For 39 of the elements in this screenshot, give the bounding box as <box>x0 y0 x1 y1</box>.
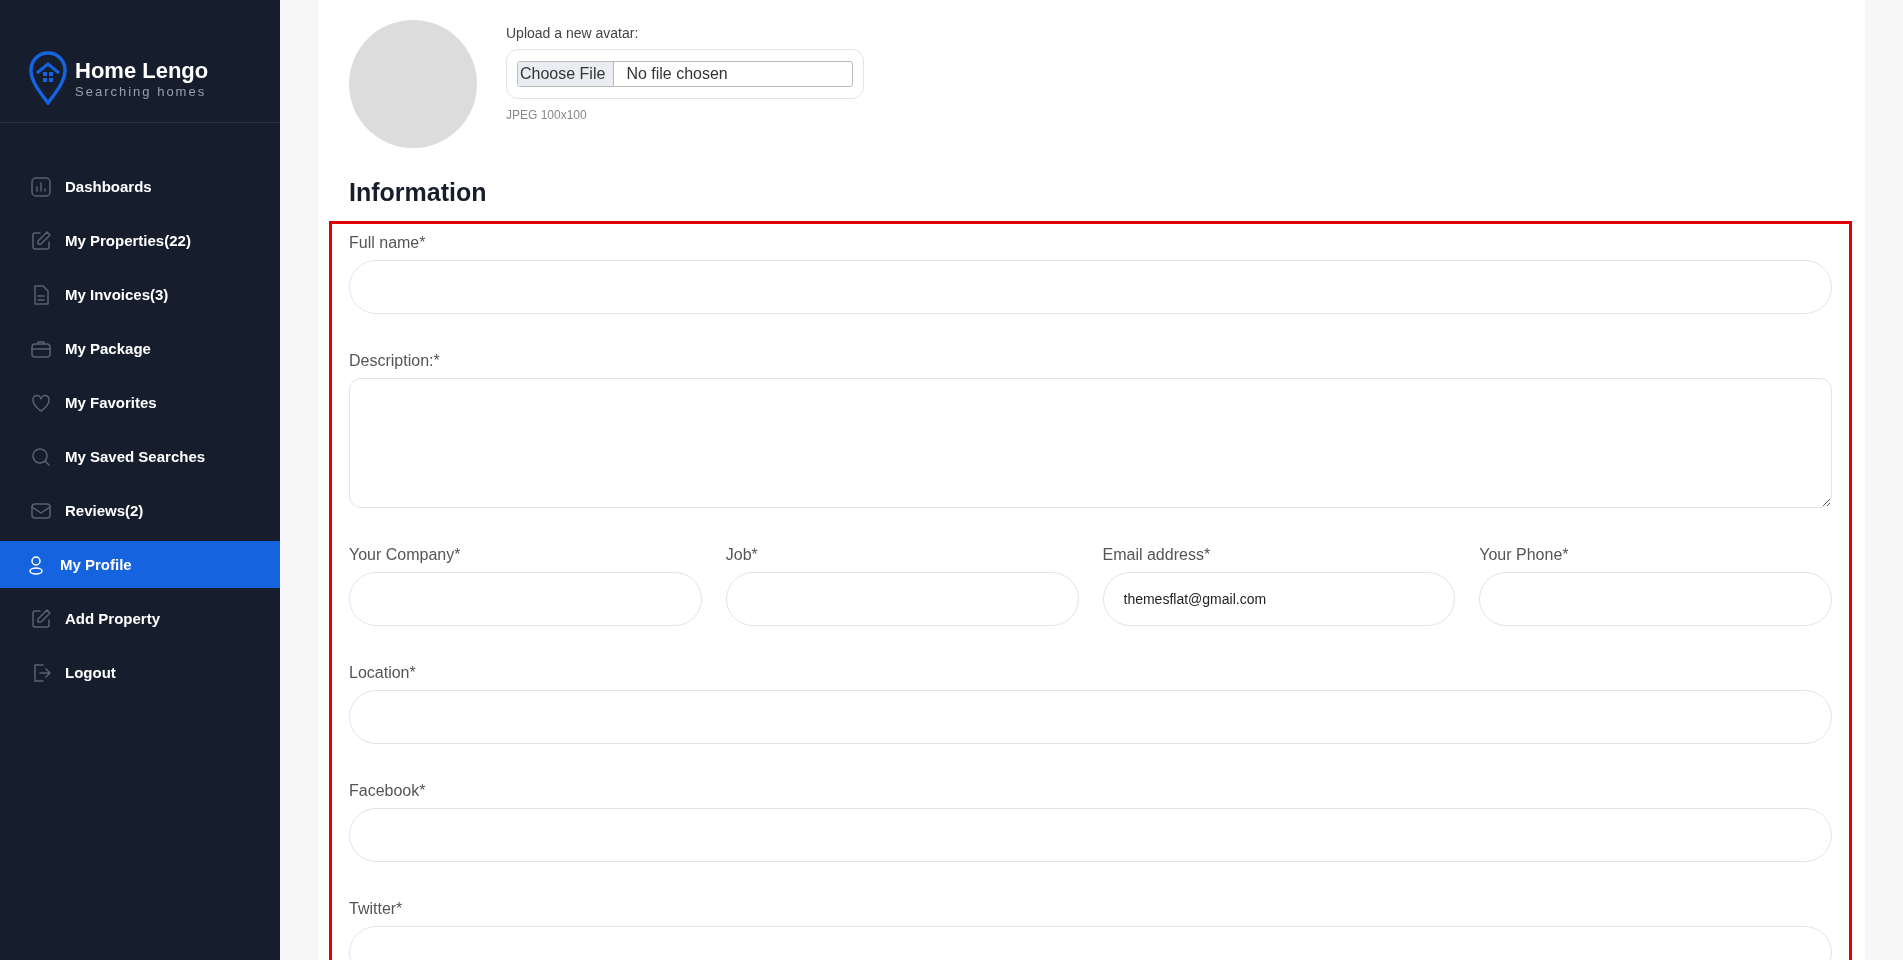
file-field[interactable]: Choose File No file chosen <box>517 61 853 87</box>
section-title: Information <box>349 178 488 207</box>
input-field[interactable] <box>1479 572 1832 626</box>
choose-file-button[interactable]: Choose File <box>518 62 615 86</box>
field-label: Job* <box>725 546 759 564</box>
sidebar-item[interactable]: My Properties(22) <box>0 217 280 264</box>
field-label: Description:* <box>349 352 441 370</box>
logo-icon <box>29 51 67 105</box>
sidebar-item[interactable]: My Profile <box>0 541 280 588</box>
field-label: Email address* <box>1102 546 1212 564</box>
sidebar-item[interactable]: My Package <box>0 325 280 372</box>
chart-icon <box>29 174 53 199</box>
field-label: Your Phone* <box>1479 546 1570 564</box>
input-field[interactable] <box>349 260 1832 314</box>
field-label: Full name* <box>349 234 427 252</box>
sidebar-item[interactable]: Logout <box>0 649 280 696</box>
sidebar-item[interactable]: Reviews(2) <box>0 487 280 534</box>
input-field[interactable] <box>349 808 1832 862</box>
field-label: Twitter* <box>349 900 404 918</box>
upload-label: Upload a new avatar: <box>506 25 640 41</box>
input-field[interactable] <box>349 572 702 626</box>
file-status: No file chosen <box>625 64 728 84</box>
field-label: Your Company* <box>349 546 462 564</box>
input-field[interactable] <box>349 690 1832 744</box>
sidebar-item[interactable]: My Favorites <box>0 379 280 426</box>
edit-icon <box>29 228 53 253</box>
field-label: Facebook* <box>349 782 427 800</box>
sidebar-item[interactable]: My Invoices(3) <box>0 271 280 318</box>
sidebar-item[interactable]: My Saved Searches <box>0 433 280 480</box>
field-label: Location* <box>349 664 417 682</box>
file-hint: JPEG 100x100 <box>506 108 588 122</box>
brand-tagline: Searching homes <box>75 83 208 99</box>
input-field[interactable]: themesflat@gmail.com <box>1102 572 1456 626</box>
brand-name: Home Lengo <box>75 57 209 84</box>
sidebar-item[interactable]: Dashboards <box>0 163 280 210</box>
input-field[interactable] <box>725 572 1079 626</box>
sidebar-item[interactable]: Add Property <box>0 595 280 642</box>
edit-icon <box>29 606 53 631</box>
textarea-field[interactable] <box>349 378 1832 508</box>
